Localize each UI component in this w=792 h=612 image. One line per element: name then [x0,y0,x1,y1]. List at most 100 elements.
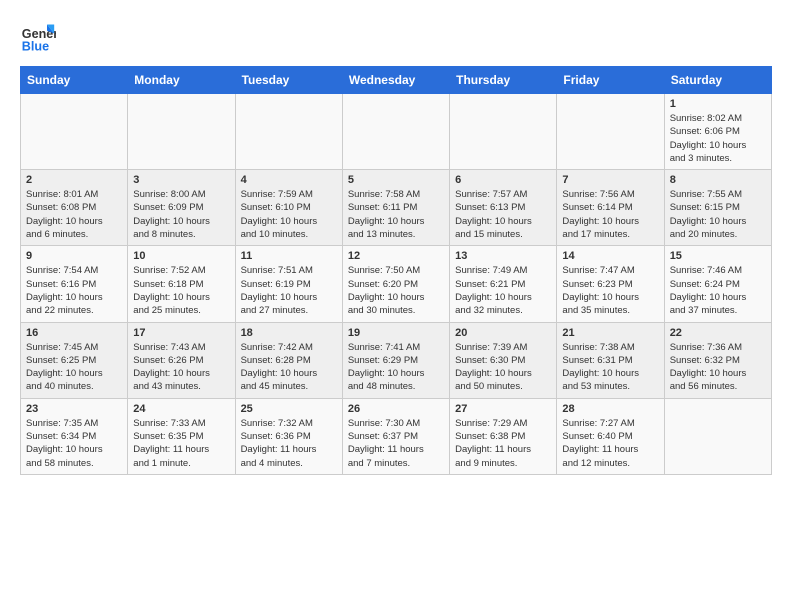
weekday-header-sunday: Sunday [21,67,128,94]
calendar-week-row: 23 Sunrise: 7:35 AM Sunset: 6:34 PM Dayli… [21,398,772,474]
calendar-day-cell: 19 Sunrise: 7:41 AM Sunset: 6:29 PM Dayli… [342,322,449,398]
day-info: Sunrise: 7:58 AM Sunset: 6:11 PM Dayligh… [348,188,444,241]
day-number: 26 [348,403,444,415]
day-number: 21 [562,327,658,339]
calendar-day-cell: 2 Sunrise: 8:01 AM Sunset: 6:08 PM Daylig… [21,170,128,246]
day-number: 27 [455,403,551,415]
day-number: 17 [133,327,229,339]
calendar-day-cell: 12Sunrise: 7:50 AM Sunset: 6:20 PM Dayli… [342,246,449,322]
day-number: 3 [133,174,229,186]
day-number: 23 [26,403,122,415]
day-info: Sunrise: 7:43 AM Sunset: 6:26 PM Dayligh… [133,341,229,394]
day-number: 8 [670,174,766,186]
day-number: 16 [26,327,122,339]
day-number: 14 [562,250,658,262]
day-info: Sunrise: 8:01 AM Sunset: 6:08 PM Dayligh… [26,188,122,241]
day-number: 2 [26,174,122,186]
day-number: 11 [241,250,337,262]
day-number: 10 [133,250,229,262]
day-info: Sunrise: 7:41 AM Sunset: 6:29 PM Dayligh… [348,341,444,394]
day-info: Sunrise: 7:54 AM Sunset: 6:16 PM Dayligh… [26,264,122,317]
day-info: Sunrise: 8:00 AM Sunset: 6:09 PM Dayligh… [133,188,229,241]
day-info: Sunrise: 7:47 AM Sunset: 6:23 PM Dayligh… [562,264,658,317]
calendar-day-cell: 18 Sunrise: 7:42 AM Sunset: 6:28 PM Dayli… [235,322,342,398]
day-number: 22 [670,327,766,339]
calendar-day-cell: 25 Sunrise: 7:32 AM Sunset: 6:36 PM Dayli… [235,398,342,474]
calendar-day-cell: 10 Sunrise: 7:52 AM Sunset: 6:18 PM Dayli… [128,246,235,322]
calendar-day-cell [128,94,235,170]
day-number: 28 [562,403,658,415]
day-number: 24 [133,403,229,415]
day-info: Sunrise: 7:39 AM Sunset: 6:30 PM Dayligh… [455,341,551,394]
day-number: 19 [348,327,444,339]
day-info: Sunrise: 7:45 AM Sunset: 6:25 PM Dayligh… [26,341,122,394]
calendar-day-cell: 28 Sunrise: 7:27 AM Sunset: 6:40 PM Dayli… [557,398,664,474]
day-info: Sunrise: 7:38 AM Sunset: 6:31 PM Dayligh… [562,341,658,394]
calendar-day-cell: 6 Sunrise: 7:57 AM Sunset: 6:13 PM Daylig… [450,170,557,246]
weekday-header-tuesday: Tuesday [235,67,342,94]
day-number: 7 [562,174,658,186]
calendar-day-cell: 7 Sunrise: 7:56 AM Sunset: 6:14 PM Daylig… [557,170,664,246]
day-info: Sunrise: 7:59 AM Sunset: 6:10 PM Dayligh… [241,188,337,241]
calendar-day-cell: 24 Sunrise: 7:33 AM Sunset: 6:35 PM Dayli… [128,398,235,474]
day-info: Sunrise: 7:36 AM Sunset: 6:32 PM Dayligh… [670,341,766,394]
day-info: Sunrise: 7:27 AM Sunset: 6:40 PM Dayligh… [562,417,658,470]
calendar-week-row: 2 Sunrise: 8:01 AM Sunset: 6:08 PM Daylig… [21,170,772,246]
day-number: 13 [455,250,551,262]
day-info: Sunrise: 7:32 AM Sunset: 6:36 PM Dayligh… [241,417,337,470]
day-info: Sunrise: 7:49 AM Sunset: 6:21 PM Dayligh… [455,264,551,317]
day-number: 4 [241,174,337,186]
calendar-day-cell: 20Sunrise: 7:39 AM Sunset: 6:30 PM Dayli… [450,322,557,398]
calendar-day-cell: 11 Sunrise: 7:51 AM Sunset: 6:19 PM Dayli… [235,246,342,322]
calendar-day-cell [557,94,664,170]
day-info: Sunrise: 7:51 AM Sunset: 6:19 PM Dayligh… [241,264,337,317]
day-info: Sunrise: 7:29 AM Sunset: 6:38 PM Dayligh… [455,417,551,470]
calendar-day-cell [664,398,771,474]
weekday-header-thursday: Thursday [450,67,557,94]
day-number: 25 [241,403,337,415]
calendar-week-row: 9Sunrise: 7:54 AM Sunset: 6:16 PM Daylig… [21,246,772,322]
calendar-day-cell: 27 Sunrise: 7:29 AM Sunset: 6:38 PM Dayli… [450,398,557,474]
calendar-day-cell: 1 Sunrise: 8:02 AM Sunset: 6:06 PM Daylig… [664,94,771,170]
calendar-week-row: 16 Sunrise: 7:45 AM Sunset: 6:25 PM Dayli… [21,322,772,398]
weekday-header-saturday: Saturday [664,67,771,94]
logo: General Blue [20,20,60,56]
day-info: Sunrise: 7:42 AM Sunset: 6:28 PM Dayligh… [241,341,337,394]
calendar-day-cell: 21 Sunrise: 7:38 AM Sunset: 6:31 PM Dayli… [557,322,664,398]
day-number: 6 [455,174,551,186]
page-header: General Blue [20,20,772,56]
calendar-day-cell: 4 Sunrise: 7:59 AM Sunset: 6:10 PM Daylig… [235,170,342,246]
calendar-day-cell: 22 Sunrise: 7:36 AM Sunset: 6:32 PM Dayli… [664,322,771,398]
calendar-day-cell: 17 Sunrise: 7:43 AM Sunset: 6:26 PM Dayli… [128,322,235,398]
day-number: 12 [348,250,444,262]
calendar-day-cell: 14 Sunrise: 7:47 AM Sunset: 6:23 PM Dayli… [557,246,664,322]
calendar-day-cell: 15 Sunrise: 7:46 AM Sunset: 6:24 PM Dayli… [664,246,771,322]
calendar-day-cell: 13 Sunrise: 7:49 AM Sunset: 6:21 PM Dayli… [450,246,557,322]
day-info: Sunrise: 7:57 AM Sunset: 6:13 PM Dayligh… [455,188,551,241]
weekday-header-friday: Friday [557,67,664,94]
calendar-day-cell: 8Sunrise: 7:55 AM Sunset: 6:15 PM Daylig… [664,170,771,246]
day-number: 1 [670,98,766,110]
calendar-day-cell: 16 Sunrise: 7:45 AM Sunset: 6:25 PM Dayli… [21,322,128,398]
day-number: 18 [241,327,337,339]
day-info: Sunrise: 7:33 AM Sunset: 6:35 PM Dayligh… [133,417,229,470]
day-info: Sunrise: 7:52 AM Sunset: 6:18 PM Dayligh… [133,264,229,317]
calendar-day-cell [450,94,557,170]
weekday-header-monday: Monday [128,67,235,94]
svg-text:Blue: Blue [22,40,49,54]
day-number: 15 [670,250,766,262]
calendar-day-cell [21,94,128,170]
day-info: Sunrise: 7:46 AM Sunset: 6:24 PM Dayligh… [670,264,766,317]
calendar-day-cell: 5Sunrise: 7:58 AM Sunset: 6:11 PM Daylig… [342,170,449,246]
calendar-day-cell: 3 Sunrise: 8:00 AM Sunset: 6:09 PM Daylig… [128,170,235,246]
day-info: Sunrise: 8:02 AM Sunset: 6:06 PM Dayligh… [670,112,766,165]
calendar-day-cell: 26 Sunrise: 7:30 AM Sunset: 6:37 PM Dayli… [342,398,449,474]
logo-icon: General Blue [20,20,56,56]
calendar-week-row: 1 Sunrise: 8:02 AM Sunset: 6:06 PM Daylig… [21,94,772,170]
calendar-day-cell: 9Sunrise: 7:54 AM Sunset: 6:16 PM Daylig… [21,246,128,322]
calendar-table: SundayMondayTuesdayWednesdayThursdayFrid… [20,66,772,475]
day-info: Sunrise: 7:35 AM Sunset: 6:34 PM Dayligh… [26,417,122,470]
calendar-day-cell: 23 Sunrise: 7:35 AM Sunset: 6:34 PM Dayli… [21,398,128,474]
day-info: Sunrise: 7:56 AM Sunset: 6:14 PM Dayligh… [562,188,658,241]
day-info: Sunrise: 7:30 AM Sunset: 6:37 PM Dayligh… [348,417,444,470]
